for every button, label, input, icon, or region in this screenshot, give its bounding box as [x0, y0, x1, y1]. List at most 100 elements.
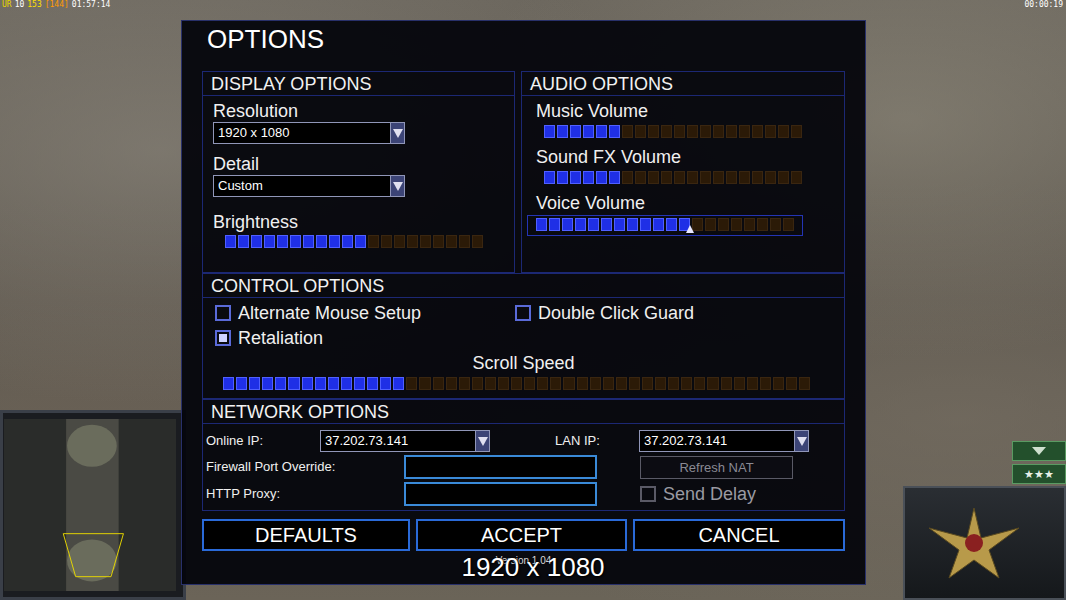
slider-segment	[420, 235, 431, 248]
slider-segment	[223, 377, 234, 390]
checkbox-row[interactable]: Send Delay	[640, 483, 756, 505]
slider-segment	[524, 377, 535, 390]
network-row: HTTP Proxy:Send Delay	[206, 482, 844, 506]
slider-segment	[786, 377, 797, 390]
slider-segment	[681, 377, 692, 390]
control-options-panel: CONTROL OPTIONSAlternate Mouse SetupDoub…	[202, 273, 845, 399]
slider-segment	[744, 218, 755, 231]
hud-stat: 01:57:14	[72, 0, 111, 10]
slider-segment	[550, 377, 561, 390]
slider-segment	[734, 377, 745, 390]
hud-stat: UR	[2, 0, 12, 10]
checkbox-row[interactable]: Retaliation	[215, 327, 515, 349]
dialog-button[interactable]: CANCEL	[633, 519, 845, 551]
slider-segment	[731, 218, 742, 231]
panel-header: DISPLAY OPTIONS	[203, 72, 514, 96]
slider-segment	[752, 171, 763, 184]
detail-dropdown[interactable]: Custom	[213, 175, 405, 197]
dropdown-value: 1920 x 1080	[214, 123, 390, 143]
slider-segment	[485, 377, 496, 390]
volume-slider[interactable]	[527, 215, 803, 236]
slider-segment	[583, 125, 594, 138]
slider-segment	[419, 377, 430, 390]
slider-segment	[666, 218, 677, 231]
field-label: Online IP:	[206, 431, 320, 451]
resolution-overlay: 1920 x 1080	[0, 552, 1066, 582]
arrow-down-icon	[1032, 447, 1046, 455]
slider-segment	[342, 235, 353, 248]
checkbox-row[interactable]: Alternate Mouse Setup	[215, 302, 515, 324]
slider-segment	[739, 125, 750, 138]
online-ip-dropdown[interactable]: 37.202.73.141	[320, 430, 490, 452]
slider-segment	[393, 377, 404, 390]
slider-segment	[367, 377, 378, 390]
panel-header: AUDIO OPTIONS	[522, 72, 844, 96]
hud-stat: [144]	[45, 0, 69, 10]
volume-slider[interactable]	[544, 171, 802, 184]
checkbox-label: Send Delay	[663, 483, 756, 505]
dialog-button[interactable]: ACCEPT	[416, 519, 627, 551]
dropdown-value: 37.202.73.141	[321, 431, 475, 451]
field-label: Scroll Speed	[203, 352, 844, 374]
slider-segment	[590, 377, 601, 390]
slider-segment	[601, 218, 612, 231]
slider-segment	[570, 171, 581, 184]
slider-segment	[752, 125, 763, 138]
options-dialog: OPTIONSDISPLAY OPTIONSResolution1920 x 1…	[181, 20, 866, 585]
dialog-button[interactable]: DEFAULTS	[202, 519, 410, 551]
resolution-dropdown[interactable]: 1920 x 1080	[213, 122, 405, 144]
slider-segment	[705, 218, 716, 231]
network-row: Online IP:37.202.73.141LAN IP:37.202.73.…	[206, 430, 844, 452]
slider-segment	[609, 171, 620, 184]
slider-segment	[472, 235, 483, 248]
slider-segment	[459, 235, 470, 248]
minimap[interactable]	[0, 410, 186, 600]
slider-segment	[315, 377, 326, 390]
slider-segment	[577, 377, 588, 390]
checkbox[interactable]	[640, 486, 656, 502]
checkbox-row[interactable]: Double Click Guard	[515, 302, 832, 324]
slider-segment	[609, 125, 620, 138]
slider-segment	[262, 377, 273, 390]
firewall-port-input[interactable]	[404, 455, 597, 479]
checkbox[interactable]	[215, 330, 231, 346]
hud-stat: 10	[15, 0, 25, 10]
checkbox[interactable]	[215, 305, 231, 321]
slider-segment	[302, 377, 313, 390]
slider-segment	[661, 125, 672, 138]
slider-segment	[700, 125, 711, 138]
dropdown-button[interactable]	[794, 431, 808, 451]
slider-thumb-icon[interactable]	[686, 225, 694, 233]
panel-body: Music VolumeSound FX VolumeVoice Volume	[522, 96, 844, 240]
dropdown-arrow-icon	[393, 182, 403, 191]
slider-segment	[341, 377, 352, 390]
slider-segment	[616, 377, 627, 390]
collapse-button[interactable]	[1012, 441, 1066, 461]
slider-segment	[799, 377, 810, 390]
slider-segment	[275, 377, 286, 390]
panel-body: Online IP:37.202.73.141LAN IP:37.202.73.…	[203, 424, 844, 510]
slider-segment	[380, 377, 391, 390]
dropdown-button[interactable]	[475, 431, 489, 451]
volume-slider[interactable]	[544, 125, 802, 138]
dropdown-button[interactable]	[390, 123, 404, 143]
slider-segment	[661, 171, 672, 184]
checkbox[interactable]	[515, 305, 531, 321]
lan-ip-dropdown[interactable]: 37.202.73.141	[639, 430, 809, 452]
slider-segment	[277, 235, 288, 248]
slider-segment	[655, 377, 666, 390]
brightness-slider[interactable]	[225, 235, 483, 248]
field-label: Sound FX Volume	[536, 146, 830, 168]
slider-segment	[765, 125, 776, 138]
slider-segment	[642, 377, 653, 390]
dropdown-value: 37.202.73.141	[640, 431, 794, 451]
http-proxy-input[interactable]	[404, 482, 597, 506]
scroll-speed-slider[interactable]	[223, 377, 810, 390]
slider-segment	[674, 125, 685, 138]
slider-segment	[557, 171, 568, 184]
slider-segment	[791, 125, 802, 138]
dropdown-button[interactable]	[390, 176, 404, 196]
rank-button[interactable]: ★★★	[1012, 464, 1066, 484]
slider-segment	[264, 235, 275, 248]
refresh-nat-button: Refresh NAT	[640, 456, 793, 479]
